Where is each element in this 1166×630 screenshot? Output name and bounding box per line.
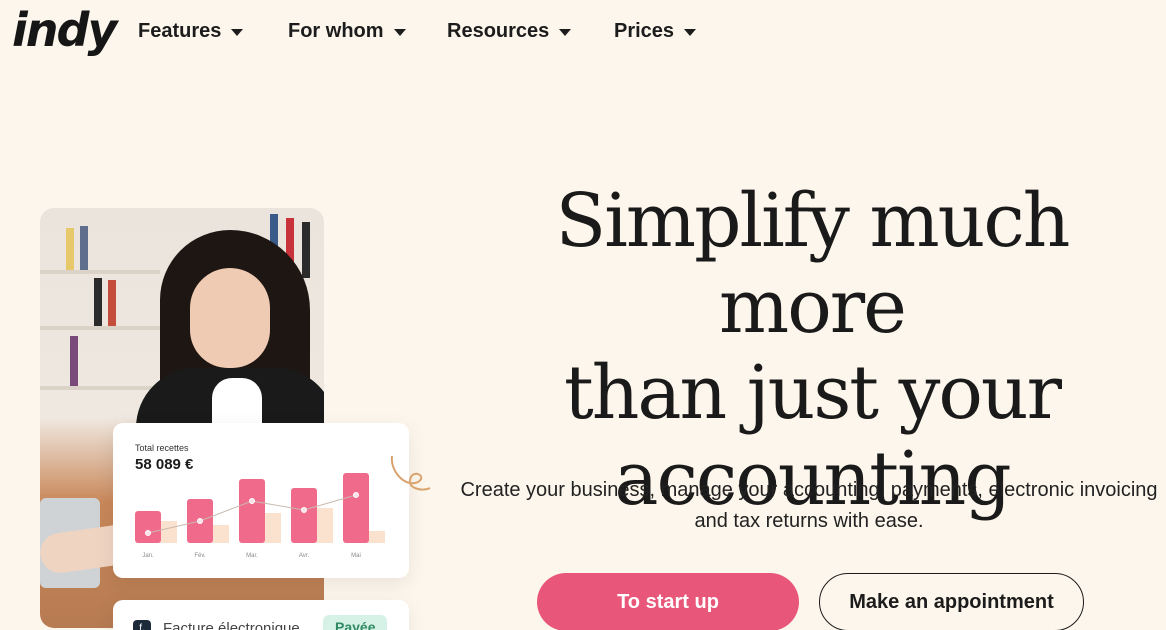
nav-features-label: Features bbox=[138, 20, 222, 42]
trend-point bbox=[353, 492, 359, 498]
month-label: Avr. bbox=[299, 553, 310, 559]
month-label: Mai bbox=[351, 553, 361, 559]
trend-point bbox=[249, 498, 255, 504]
book bbox=[66, 228, 74, 270]
chevron-down-icon bbox=[393, 29, 406, 36]
revenue-bar bbox=[135, 511, 161, 543]
hero-headline: Simplify much more than just your accoun… bbox=[462, 178, 1162, 522]
trend-point bbox=[197, 518, 203, 524]
person-face bbox=[190, 268, 270, 368]
start-up-button[interactable]: To start up bbox=[537, 573, 799, 630]
nav-prices[interactable]: Prices bbox=[614, 20, 697, 43]
month-label: Fév. bbox=[194, 553, 206, 559]
subtitle-line: Create your business, manage your accoun… bbox=[460, 479, 1158, 501]
trend-point bbox=[145, 530, 151, 536]
nav-for-whom[interactable]: For whom bbox=[288, 20, 406, 43]
nav-features[interactable]: Features bbox=[138, 20, 244, 43]
revenue-bar bbox=[239, 479, 265, 543]
bookshelf bbox=[40, 326, 160, 330]
revenue-bar bbox=[343, 473, 369, 543]
make-appointment-button[interactable]: Make an appointment bbox=[819, 573, 1084, 630]
subtitle-line: and tax returns with ease. bbox=[694, 510, 924, 532]
headline-line: Simplify much more bbox=[555, 178, 1071, 350]
book bbox=[108, 280, 116, 326]
top-navigation: indy Features For whom Resources Prices bbox=[0, 0, 1166, 64]
nav-prices-label: Prices bbox=[614, 20, 675, 42]
invoice-text: Facture électronique bbox=[163, 620, 300, 630]
month-label: Mar. bbox=[246, 553, 258, 559]
book bbox=[80, 226, 88, 270]
revenue-card: Total recettes 58 089 € Jan. Fév. Mar. Avr.… bbox=[113, 423, 409, 578]
headline-line: than just your bbox=[564, 350, 1062, 436]
book bbox=[94, 278, 102, 326]
chevron-down-icon bbox=[684, 29, 697, 36]
indy-logo[interactable]: indy bbox=[12, 2, 117, 58]
bookshelf bbox=[40, 270, 160, 274]
swirl-decoration bbox=[390, 455, 431, 491]
invoice-logo-icon: f. bbox=[133, 620, 151, 630]
nav-for-whom-label: For whom bbox=[288, 20, 384, 42]
invoice-card: f. Facture électronique Payée bbox=[113, 600, 409, 630]
nav-resources[interactable]: Resources bbox=[447, 20, 572, 43]
month-label: Jan. bbox=[142, 553, 154, 559]
nav-resources-label: Resources bbox=[447, 20, 550, 42]
revenue-bar bbox=[291, 488, 317, 543]
revenue-mini-chart: Jan. Fév. Mar. Avr. Mai bbox=[135, 473, 385, 559]
chevron-down-icon bbox=[231, 29, 244, 36]
hero-subtitle: Create your business, manage your accoun… bbox=[452, 475, 1166, 537]
status-badge: Payée bbox=[323, 615, 388, 630]
chevron-down-icon bbox=[559, 29, 572, 36]
trend-point bbox=[301, 507, 307, 513]
book bbox=[70, 336, 78, 386]
book bbox=[302, 222, 310, 278]
bookshelf bbox=[40, 386, 160, 390]
